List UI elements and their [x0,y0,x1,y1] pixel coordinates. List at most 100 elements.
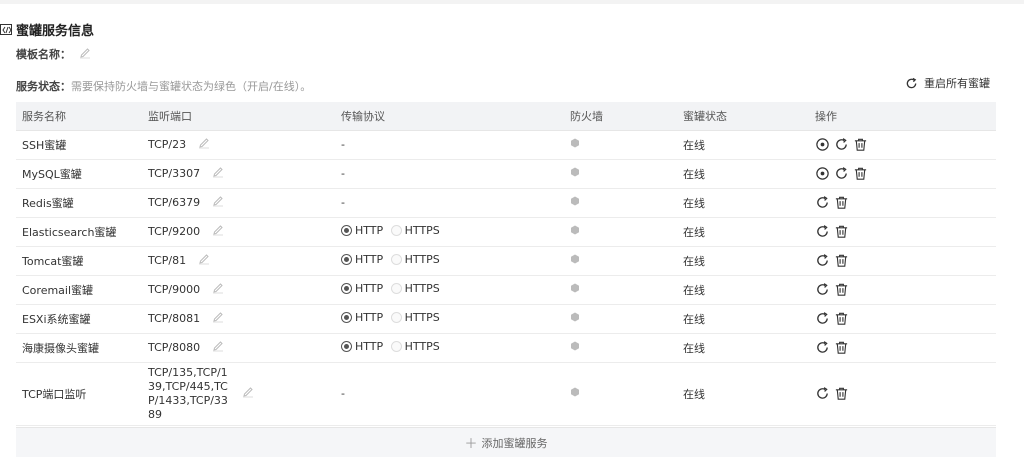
protocol-value: - [341,167,345,180]
protocol-value: - [341,387,345,400]
firewall-status-icon [570,341,580,354]
protocol-http-radio[interactable]: HTTP [341,282,383,295]
firewall-cell [564,217,677,247]
restart-icon[interactable] [815,253,830,268]
edit-port-icon[interactable] [212,195,224,210]
table-row: MySQL蜜罐 TCP/3307 - 在线 [16,159,996,189]
restart-all-label: 重启所有蜜罐 [924,77,990,90]
listen-port-cell: TCP/23 [142,130,335,160]
template-name-row: 模板名称： [16,46,91,62]
add-honeypot-button[interactable]: ＋ 添加蜜罐服务 [16,427,996,457]
protocol-https-radio[interactable]: HTTPS [390,224,440,237]
radio-checked-icon [341,312,352,323]
protocol-https-label: HTTPS [404,282,440,295]
listen-port-value: TCP/3307 [148,167,201,180]
operations-cell [809,159,996,189]
service-name: MySQL蜜罐 [16,159,142,189]
restart-icon[interactable] [815,311,830,326]
listen-port-cell: TCP/81 [142,246,335,276]
delete-icon[interactable] [834,386,849,401]
section-title-text: 蜜罐服务信息 [16,23,95,39]
protocol-http-radio[interactable]: HTTP [341,224,383,237]
restart-all-button[interactable]: 重启所有蜜罐 [905,75,990,91]
firewall-status-icon [570,225,580,238]
delete-icon[interactable] [853,166,868,181]
table-row: ESXi系统蜜罐 TCP/8081 HTTP HTTPS 在线 [16,304,996,334]
service-name: TCP端口监听 [16,362,142,426]
edit-port-icon[interactable] [212,282,224,297]
listen-port-value: TCP/23 [148,138,187,151]
firewall-status-icon [570,312,580,325]
honeypot-status: 在线 [677,333,809,363]
operations-cell [809,333,996,363]
edit-port-icon[interactable] [198,137,210,152]
protocol-https-radio[interactable]: HTTPS [390,253,440,266]
listen-port-cell: TCP/135,TCP/139,TCP/445,TCP/1433,TCP/338… [142,362,335,426]
edit-port-icon[interactable] [212,224,224,239]
restart-icon[interactable] [815,224,830,239]
template-name-label: 模板名称： [16,48,71,61]
edit-port-icon[interactable] [198,253,210,268]
delete-icon[interactable] [834,224,849,239]
firewall-status-icon [570,387,580,400]
listen-port-cell: TCP/3307 [142,159,335,189]
table-row: Coremail蜜罐 TCP/9000 HTTP HTTPS 在线 [16,275,996,305]
add-honeypot-label: 添加蜜罐服务 [481,436,548,450]
edit-port-icon[interactable] [242,386,254,401]
protocol-https-radio[interactable]: HTTPS [390,282,440,295]
operations-cell [809,362,996,426]
protocol-http-radio[interactable]: HTTP [341,311,383,324]
restart-icon[interactable] [815,386,830,401]
edit-port-icon[interactable] [212,340,224,355]
delete-icon[interactable] [834,282,849,297]
table-body: SSH蜜罐 TCP/23 - 在线 MySQL蜜罐 TCP/3307 - 在线 … [16,130,996,426]
delete-icon[interactable] [834,253,849,268]
edit-port-icon[interactable] [212,311,224,326]
firewall-status-icon [570,283,580,296]
firewall-cell [564,130,677,160]
protocol-http-label: HTTP [355,311,384,324]
protocol-http-radio[interactable]: HTTP [341,340,383,353]
honeypot-status: 在线 [677,246,809,276]
honeypot-status: 在线 [677,130,809,160]
honeypot-table: 服务名称 监听端口 传输协议 防火墙 蜜罐状态 操作 SSH蜜罐 TCP/23 … [16,102,996,426]
protocol-cell: - [335,159,564,189]
delete-icon[interactable] [834,340,849,355]
table-row: SSH蜜罐 TCP/23 - 在线 [16,130,996,160]
service-name: Redis蜜罐 [16,188,142,218]
protocol-https-radio[interactable]: HTTPS [390,340,440,353]
delete-icon[interactable] [834,311,849,326]
firewall-cell [564,333,677,363]
service-status-row: 服务状态： 需要保持防火墙与蜜罐状态为绿色（开启/在线）。 [16,78,311,94]
delete-icon[interactable] [853,137,868,152]
listen-port-cell: TCP/9000 [142,275,335,305]
restart-icon[interactable] [834,166,849,181]
protocol-https-label: HTTPS [404,224,440,237]
protocol-https-radio[interactable]: HTTPS [390,311,440,324]
plus-icon: ＋ [464,437,478,452]
protocol-value: - [341,138,345,151]
firewall-status-icon [570,138,580,151]
restart-icon[interactable] [815,340,830,355]
restart-icon [906,77,917,88]
probe-icon[interactable] [815,137,830,152]
delete-icon[interactable] [834,195,849,210]
service-name: ESXi系统蜜罐 [16,304,142,334]
protocol-value: - [341,196,345,209]
edit-port-icon[interactable] [212,166,224,181]
probe-icon[interactable] [815,166,830,181]
honeypot-status: 在线 [677,304,809,334]
listen-port-value: TCP/81 [148,254,187,267]
column-header: 蜜罐状态 [677,102,809,131]
protocol-http-label: HTTP [355,224,384,237]
restart-icon[interactable] [815,282,830,297]
table-row: 海康摄像头蜜罐 TCP/8080 HTTP HTTPS 在线 [16,333,996,363]
restart-icon[interactable] [834,137,849,152]
listen-port-cell: TCP/8080 [142,333,335,363]
column-header: 监听端口 [142,102,335,131]
edit-template-name-icon[interactable] [79,47,91,62]
service-name: Coremail蜜罐 [16,275,142,305]
restart-icon[interactable] [815,195,830,210]
operations-cell [809,130,996,160]
protocol-http-radio[interactable]: HTTP [341,253,383,266]
